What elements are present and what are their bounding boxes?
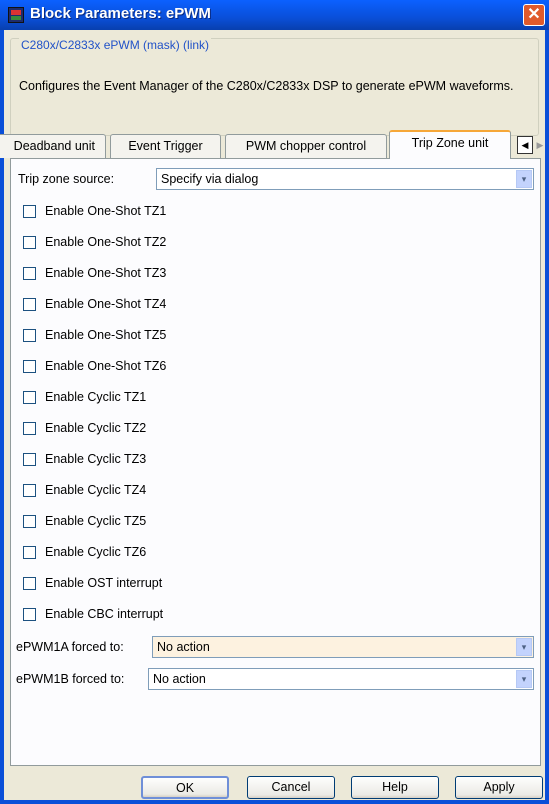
- trip-zone-panel: Trip zone source: Specify via dialog ▾ E…: [10, 158, 541, 766]
- checkbox-label: Enable One-Shot TZ2: [45, 235, 167, 249]
- title-bar[interactable]: Block Parameters: ePWM ✕: [0, 0, 549, 30]
- epwm1a-forced-value: No action: [157, 640, 210, 654]
- checkbox-label: Enable Cyclic TZ3: [45, 452, 147, 466]
- checkbox-label: Enable One-Shot TZ4: [45, 297, 167, 311]
- checkbox-label: Enable Cyclic TZ4: [45, 483, 147, 497]
- checkbox-box[interactable]: [23, 236, 36, 249]
- chevron-down-icon: ▾: [516, 638, 532, 656]
- block-parameters-window: Block Parameters: ePWM ✕ C280x/C2833x eP…: [0, 0, 549, 804]
- epwm1a-forced-select[interactable]: No action ▾: [152, 636, 534, 658]
- chevron-down-icon: ▾: [516, 670, 532, 688]
- checkbox-label: Enable CBC interrupt: [45, 607, 164, 621]
- checkbox-box[interactable]: [23, 205, 36, 218]
- checkbox-label: Enable OST interrupt: [45, 576, 163, 590]
- epwm1b-forced-value: No action: [153, 672, 206, 686]
- checkbox-box[interactable]: [23, 608, 36, 621]
- trip-zone-source-value: Specify via dialog: [161, 172, 259, 186]
- trip-zone-source-label: Trip zone source:: [18, 172, 115, 186]
- checkbox-label: Enable Cyclic TZ5: [45, 514, 147, 528]
- epwm1b-forced-select[interactable]: No action ▾: [148, 668, 534, 690]
- checkbox-box[interactable]: [23, 422, 36, 435]
- checkbox-box[interactable]: [23, 453, 36, 466]
- apply-button[interactable]: Apply: [455, 776, 543, 799]
- checkbox-label: Enable One-Shot TZ5: [45, 328, 167, 342]
- close-button[interactable]: ✕: [523, 4, 545, 26]
- epwm1b-forced-label: ePWM1B forced to:: [16, 672, 125, 686]
- checkbox-box[interactable]: [23, 515, 36, 528]
- tab-event-trigger[interactable]: Event Trigger: [110, 134, 221, 158]
- checkbox-box[interactable]: [23, 391, 36, 404]
- checkbox-label: Enable Cyclic TZ6: [45, 545, 147, 559]
- window-title: Block Parameters: ePWM: [30, 5, 211, 22]
- block-description: Configures the Event Manager of the C280…: [19, 79, 514, 93]
- tab-scroll-left-icon[interactable]: ◀: [517, 136, 533, 154]
- checkbox-box[interactable]: [23, 329, 36, 342]
- simulink-block-icon: [8, 7, 24, 23]
- checkbox-box[interactable]: [23, 298, 36, 311]
- checkbox-box[interactable]: [23, 546, 36, 559]
- dialog-client-area: C280x/C2833x ePWM (mask) (link) Configur…: [0, 30, 545, 800]
- epwm1a-forced-label: ePWM1A forced to:: [16, 640, 124, 654]
- tab-deadband-unit[interactable]: Deadband unit: [0, 134, 106, 158]
- ok-button[interactable]: OK: [141, 776, 229, 799]
- checkbox-box[interactable]: [23, 577, 36, 590]
- checkbox-label: Enable One-Shot TZ3: [45, 266, 167, 280]
- checkbox-box[interactable]: [23, 484, 36, 497]
- tab-pwm-chopper-control[interactable]: PWM chopper control: [225, 134, 387, 158]
- tab-scroll-right-icon[interactable]: ▶: [535, 136, 545, 154]
- checkbox-label: Enable Cyclic TZ2: [45, 421, 147, 435]
- parameter-tabs: Deadband unit Event Trigger PWM chopper …: [0, 128, 545, 159]
- checkbox-label: Enable One-Shot TZ1: [45, 204, 167, 218]
- trip-zone-source-select[interactable]: Specify via dialog ▾: [156, 168, 534, 190]
- chevron-down-icon: ▾: [516, 170, 532, 188]
- checkbox-label: Enable Cyclic TZ1: [45, 390, 147, 404]
- checkbox-label: Enable One-Shot TZ6: [45, 359, 167, 373]
- tab-trip-zone-unit[interactable]: Trip Zone unit: [389, 130, 511, 159]
- checkbox-box[interactable]: [23, 267, 36, 280]
- checkbox-box[interactable]: [23, 360, 36, 373]
- help-button[interactable]: Help: [351, 776, 439, 799]
- cancel-button[interactable]: Cancel: [247, 776, 335, 799]
- block-mask-title: C280x/C2833x ePWM (mask) (link): [19, 38, 212, 52]
- block-description-group: C280x/C2833x ePWM (mask) (link) Configur…: [10, 38, 539, 136]
